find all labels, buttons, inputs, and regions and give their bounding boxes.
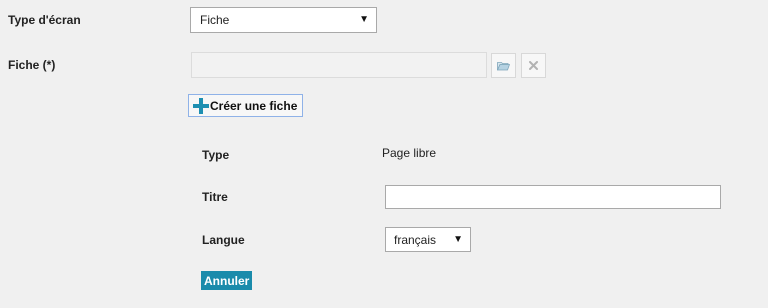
create-fiche-button[interactable]: Créer une fiche [188,94,304,117]
close-icon [529,61,538,70]
titre-label: Titre [202,190,228,204]
fiche-field[interactable] [191,52,487,78]
clear-fiche-button[interactable] [521,53,546,78]
plus-icon [193,97,209,114]
titre-input[interactable] [385,185,721,209]
langue-selected-value: français [394,232,437,247]
type-value: Page libre [382,146,437,160]
screen-type-select[interactable]: Fiche ▼ [190,7,377,33]
fiche-label: Fiche (*) [8,58,56,72]
chevron-down-icon: ▼ [453,233,463,245]
create-fiche-label: Créer une fiche [210,98,298,113]
folder-open-icon [497,61,510,71]
type-label: Type [202,148,230,162]
screen-type-label: Type d'écran [8,13,81,27]
cancel-button[interactable]: Annuler [201,271,253,290]
browse-fiche-button[interactable] [491,53,516,78]
langue-label: Langue [202,233,245,247]
langue-select[interactable]: français ▼ [385,227,471,252]
chevron-down-icon: ▼ [359,14,369,25]
screen-type-selected-value: Fiche [200,13,230,27]
